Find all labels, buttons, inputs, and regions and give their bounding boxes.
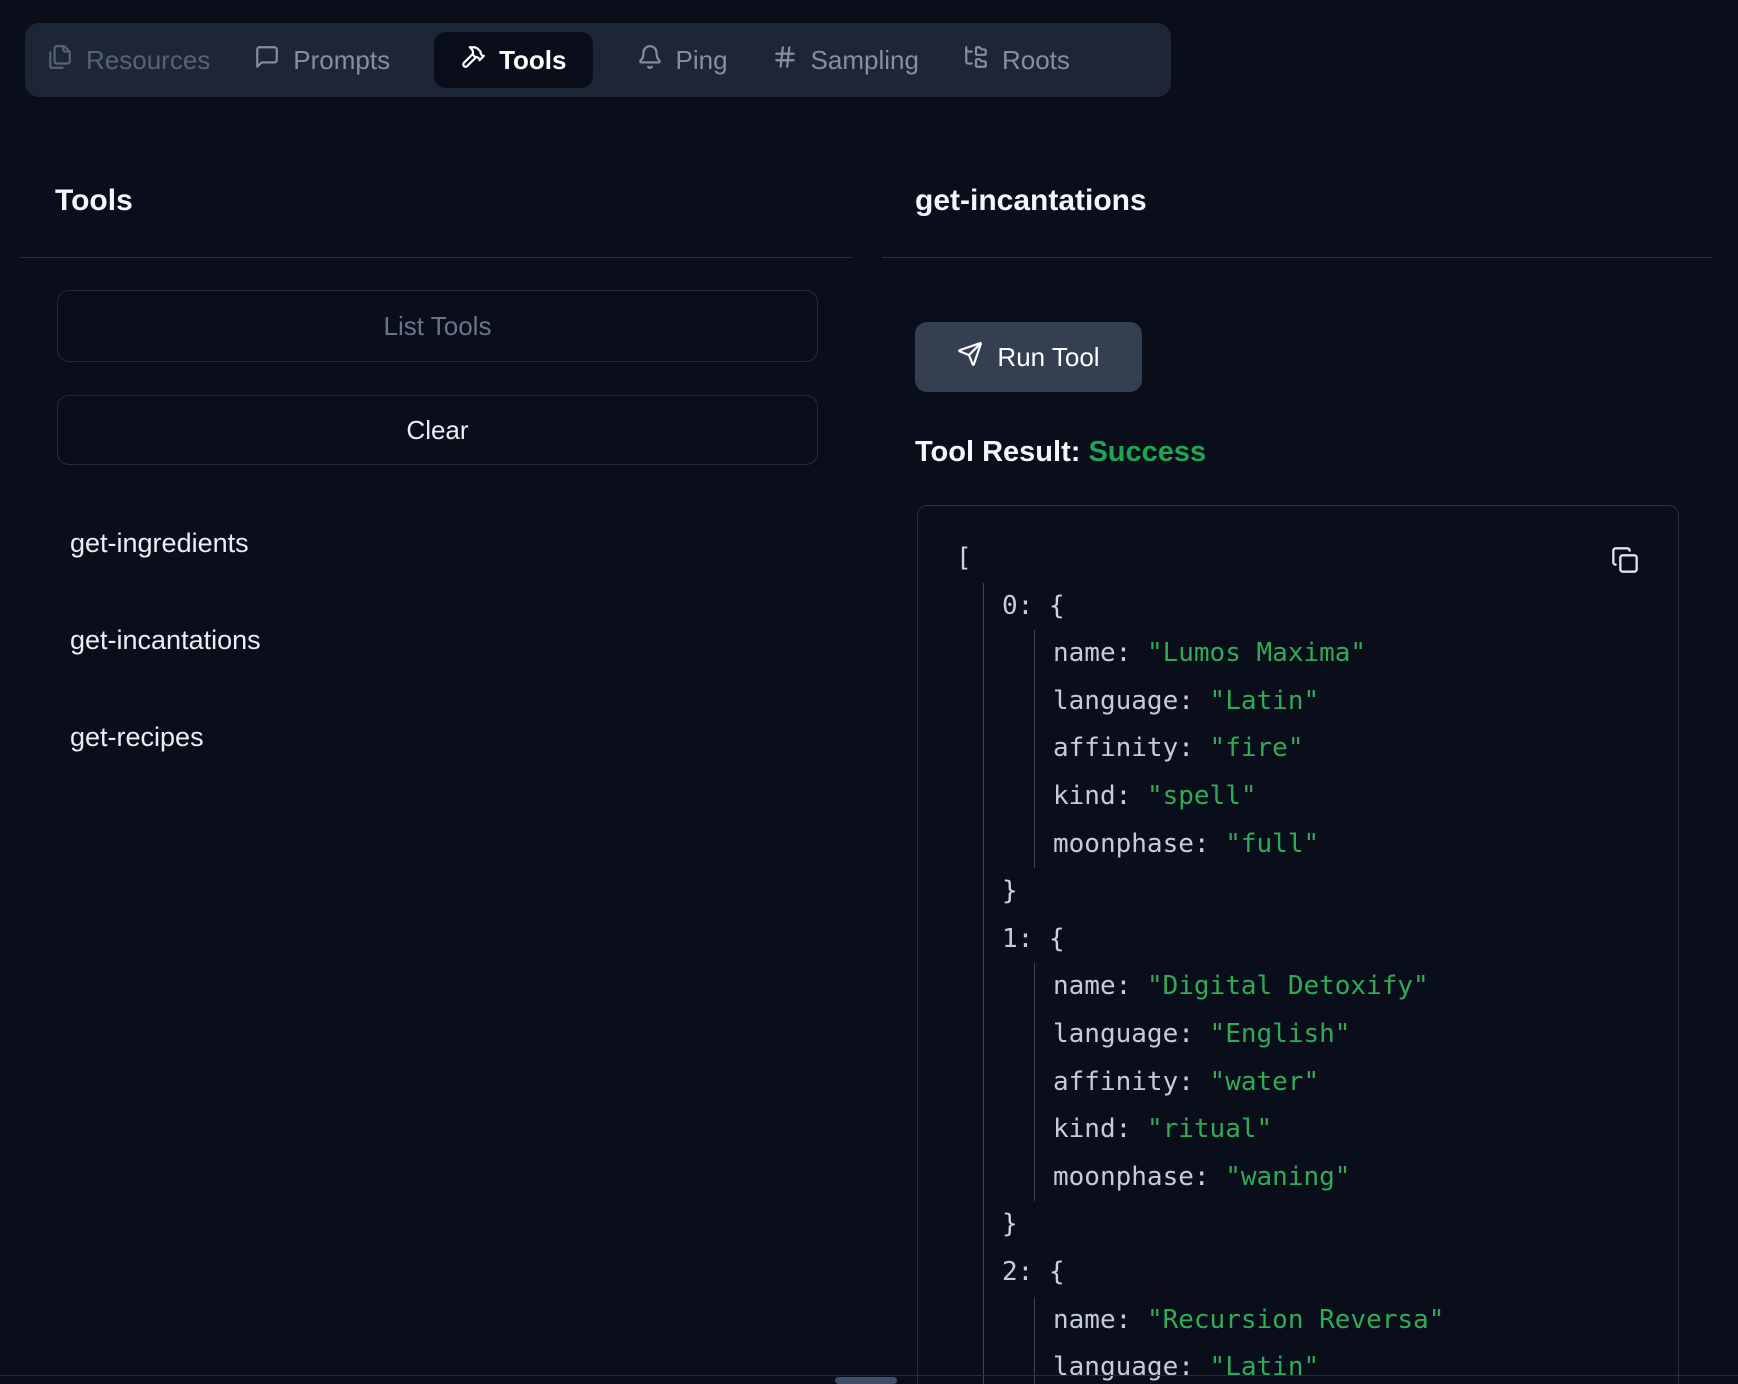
bell-icon: [637, 44, 663, 77]
tool-result-status: Success: [1088, 436, 1206, 468]
json-property: language: "Latin": [1035, 1344, 1678, 1384]
json-item-open: 0: {: [984, 583, 1678, 631]
tool-result-label: Tool Result:: [915, 436, 1080, 468]
json-property: moonphase: "waning": [1035, 1154, 1678, 1202]
copy-icon[interactable]: [1611, 546, 1639, 574]
tab-label: Resources: [86, 45, 210, 76]
tab-label: Tools: [499, 45, 566, 76]
json-item-open: 1: {: [984, 916, 1678, 964]
json-item-close: }: [984, 1201, 1678, 1249]
tab-tools[interactable]: Tools: [434, 32, 592, 88]
tool-list: get-ingredients get-incantations get-recip…: [70, 523, 261, 814]
json-property: affinity: "fire": [1035, 725, 1678, 773]
horizontal-scrollbar-thumb[interactable]: [835, 1377, 897, 1384]
message-square-icon: [254, 44, 280, 77]
left-panel-title: Tools: [55, 184, 133, 218]
list-tools-button[interactable]: List Tools: [57, 290, 818, 362]
tab-label: Ping: [676, 45, 728, 76]
left-panel-divider: [20, 257, 852, 258]
tab-sampling[interactable]: Sampling: [772, 44, 919, 77]
tab-label: Sampling: [811, 45, 919, 76]
json-property: kind: "spell": [1035, 773, 1678, 821]
tool-list-item-get-ingredients[interactable]: get-ingredients: [70, 523, 261, 563]
tool-result-json-box: [0: {name: "Lumos Maxima"language: "Lati…: [917, 505, 1679, 1384]
json-item-close: }: [984, 868, 1678, 916]
json-item-open: 2: {: [984, 1249, 1678, 1297]
hammer-icon: [460, 44, 486, 77]
tab-prompts[interactable]: Prompts: [254, 44, 390, 77]
json-tree: [0: {name: "Lumos Maxima"language: "Lati…: [918, 506, 1678, 1384]
json-property: language: "English": [1035, 1011, 1678, 1059]
run-tool-button[interactable]: Run Tool: [915, 322, 1142, 392]
json-property: name: "Lumos Maxima": [1035, 630, 1678, 678]
json-property: affinity: "water": [1035, 1059, 1678, 1107]
tool-result-line: Tool Result: Success: [915, 436, 1206, 469]
tool-list-item-get-recipes[interactable]: get-recipes: [70, 717, 261, 757]
right-panel-divider: [882, 257, 1712, 258]
json-property: moonphase: "full": [1035, 821, 1678, 869]
tab-roots[interactable]: Roots: [963, 44, 1070, 77]
clear-button[interactable]: Clear: [57, 395, 818, 465]
send-icon: [957, 341, 983, 374]
json-property: language: "Latin": [1035, 678, 1678, 726]
folder-tree-icon: [963, 44, 989, 77]
files-icon: [47, 44, 73, 77]
json-open-bracket: [: [956, 535, 1678, 583]
json-property: name: "Recursion Reversa": [1035, 1297, 1678, 1345]
tab-label: Roots: [1002, 45, 1070, 76]
tool-list-item-get-incantations[interactable]: get-incantations: [70, 620, 261, 660]
hash-icon: [772, 44, 798, 77]
json-property: kind: "ritual": [1035, 1106, 1678, 1154]
tab-bar: Resources Prompts Tools Ping Sampling Roots: [25, 23, 1171, 97]
tab-ping[interactable]: Ping: [637, 44, 728, 77]
horizontal-scrollbar-track: [0, 1375, 1738, 1376]
run-tool-label: Run Tool: [997, 342, 1099, 373]
mcp-inspector-screen: Resources Prompts Tools Ping Sampling Roots T…: [0, 0, 1738, 1384]
json-property: name: "Digital Detoxify": [1035, 963, 1678, 1011]
tab-resources[interactable]: Resources: [47, 44, 210, 77]
tab-label: Prompts: [293, 45, 390, 76]
selected-tool-title: get-incantations: [915, 184, 1147, 218]
